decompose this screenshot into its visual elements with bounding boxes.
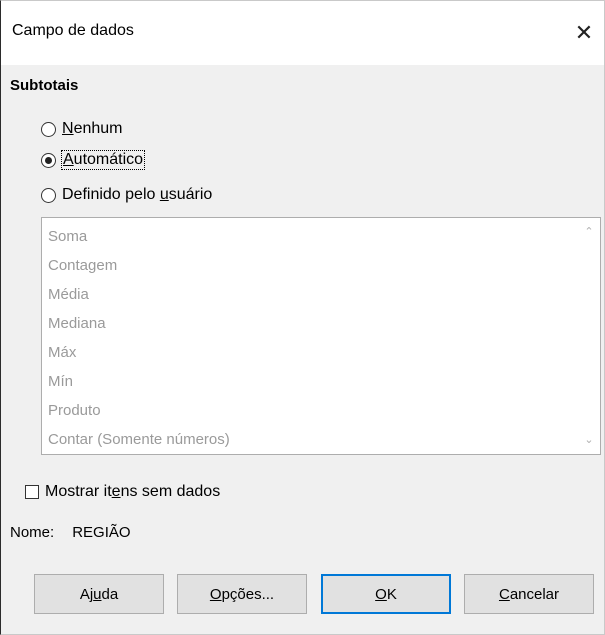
subtotal-function-list[interactable]: Soma Contagem Média Mediana Máx Mín Prod… [41,217,601,455]
data-field-dialog: Campo de dados ✕ Subtotais Nenhum Automá… [0,0,605,635]
show-items-label: Mostrar itens sem dados [45,483,221,500]
field-name-row: Nome: REGIÃO [10,524,131,541]
list-item[interactable]: Média [42,280,230,309]
radio-automatic-button[interactable] [41,152,56,168]
options-button[interactable]: Opções... [177,574,307,614]
list-item[interactable]: Contar (Somente números) [42,425,230,454]
cancel-button[interactable]: Cancelar [464,574,594,614]
list-item[interactable]: Soma [42,222,230,251]
name-value: REGIÃO [72,524,131,541]
help-button[interactable]: Aj u da [34,574,164,614]
ok-button[interactable]: OK [321,574,451,614]
list-item[interactable]: Mín [42,367,230,396]
radio-user-defined-button[interactable] [41,187,56,203]
dialog-title: Campo de dados [12,22,134,39]
radio-none-label: Nenhum [62,120,123,137]
subtotals-heading: Subtotais [10,77,79,94]
title-bar: Campo de dados ✕ [1,1,604,65]
scroll-down-icon[interactable]: ⌄ [583,434,595,446]
name-label: Nome: [10,524,55,541]
radio-user-defined-label: Definido pelo usuário [62,186,213,203]
list-item[interactable]: Mediana [42,309,230,338]
scroll-up-icon[interactable]: ⌃ [583,226,595,238]
function-items: Soma Contagem Média Mediana Máx Mín Prod… [42,222,230,454]
list-item[interactable]: Contagem [42,251,230,280]
close-icon[interactable]: ✕ [564,9,604,57]
list-item[interactable]: Produto [42,396,230,425]
radio-none-button[interactable] [41,121,56,137]
show-items-without-data[interactable]: Mostrar itens sem dados [25,482,220,502]
radio-none[interactable]: Nenhum [41,118,122,140]
list-item[interactable]: Máx [42,338,230,367]
radio-automatic[interactable]: Automático [41,149,146,171]
show-items-checkbox[interactable] [25,485,39,499]
radio-user-defined[interactable]: Definido pelo usuário [41,184,212,206]
radio-automatic-label: Automático [60,150,146,170]
